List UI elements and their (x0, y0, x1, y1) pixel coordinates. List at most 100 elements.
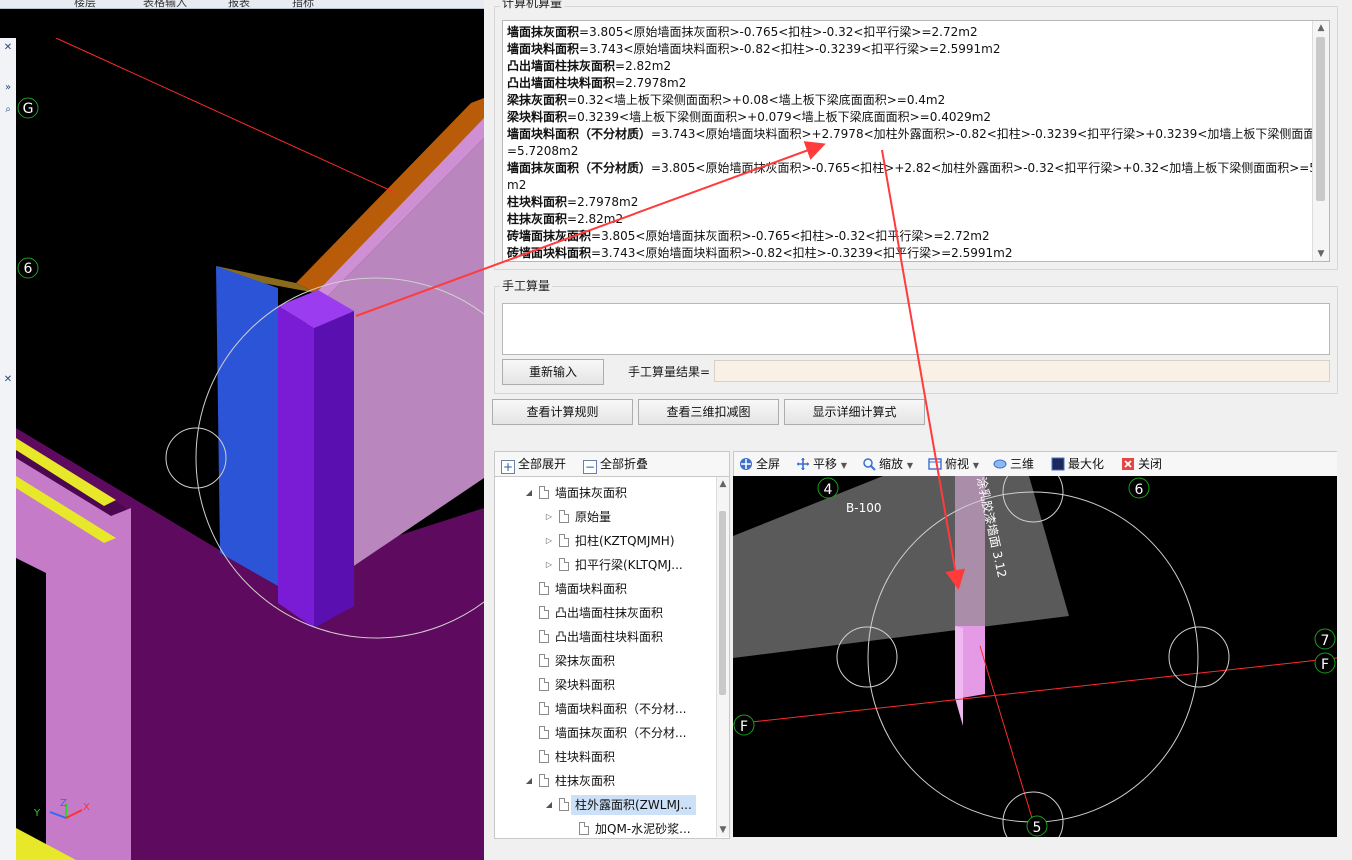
axis-label-f-left: F (740, 719, 748, 735)
calc-scrollbar[interactable]: ▲ ▼ (1312, 21, 1329, 261)
tree-item[interactable]: ▷ 扣柱(KZTQMJMH) (543, 531, 713, 551)
dropdown-arrow-icon[interactable]: ▼ (841, 461, 847, 470)
axis-label-6: 6 (24, 261, 33, 277)
expand-arrow-icon[interactable]: ◢ (543, 795, 555, 815)
tree-item[interactable]: ◢ 墙面抹灰面积 (523, 483, 713, 503)
expand-arrow-icon[interactable]: ▷ (543, 507, 555, 527)
axis-label-5: 5 (1033, 820, 1042, 836)
axis-label-6: 6 (1135, 482, 1144, 498)
tree-item[interactable]: 凸出墙面柱抹灰面积 (523, 603, 713, 623)
calc-line: 墙面抹灰面积=3.805<原始墙面抹灰面积>-0.765<扣柱>-0.32<扣平… (507, 25, 978, 39)
tree-item[interactable]: 墙面块料面积（不分材... (523, 699, 713, 719)
calc-line: 砖墙面抹灰面积=3.805<原始墙面抹灰面积>-0.765<扣柱>-0.32<扣… (507, 229, 990, 243)
axis-label-f-right: F (1321, 657, 1329, 673)
dropdown-arrow-icon[interactable]: ▼ (907, 461, 913, 470)
scroll-down-icon[interactable]: ▼ (717, 823, 729, 837)
svg-text:X: X (83, 802, 90, 813)
zoom-button[interactable]: 缩放 ▼ (862, 452, 913, 476)
tree-scrollbar[interactable]: ▲ ▼ (716, 477, 729, 837)
tree-item-selected[interactable]: ◢ 柱外露面积(ZWLMJ... (543, 795, 713, 815)
calc-line: 墙面块料面积（不分材质）=3.743<原始墙面块料面积>+2.7978<加柱外露… (507, 127, 1330, 141)
tree-item[interactable]: 凸出墙面柱块料面积 (523, 627, 713, 647)
close-icon (1122, 458, 1134, 470)
view-3d-deduction-button[interactable]: 查看三维扣减图 (638, 399, 779, 425)
deduction-3d-view[interactable]: 4 6 5 7 F F B-100 涂乳胶漆墙面 3.12 (733, 476, 1337, 837)
document-icon (539, 750, 549, 763)
close-icon[interactable]: ✕ (0, 42, 16, 53)
scroll-down-icon[interactable]: ▼ (1313, 247, 1329, 261)
tab-report[interactable]: 报表 (228, 0, 250, 10)
deduction-3d-scene: 4 6 5 7 F F B-100 涂乳胶漆墙面 3.12 (733, 476, 1337, 837)
collapse-all-button[interactable]: − 全部折叠 (583, 452, 648, 476)
tree-item[interactable]: 加QM-水泥砂浆... (563, 819, 713, 838)
svg-text:Y: Y (33, 808, 41, 819)
show-detail-formula-button[interactable]: 显示详细计算式 (784, 399, 925, 425)
axis-label-g: G (23, 101, 34, 117)
document-icon (539, 726, 549, 739)
tab-table-input[interactable]: 表格输入 (143, 0, 187, 10)
expand-all-button[interactable]: + 全部展开 (501, 452, 566, 476)
scroll-up-icon[interactable]: ▲ (1313, 21, 1329, 35)
scroll-thumb[interactable] (1316, 37, 1325, 201)
document-icon (539, 678, 549, 691)
tab-floor[interactable]: 楼层 (74, 0, 96, 10)
expand-arrow-icon[interactable]: ▷ (543, 531, 555, 551)
plus-icon: + (501, 460, 515, 474)
manual-result-field[interactable] (714, 360, 1330, 382)
small-circle-right (1168, 626, 1230, 688)
tree-item[interactable]: 墙面抹灰面积（不分材... (523, 723, 713, 743)
search-icon[interactable]: ⌕ (0, 104, 16, 115)
close-button[interactable]: 关闭 (1121, 452, 1162, 476)
view-calc-rules-button[interactable]: 查看计算规则 (492, 399, 633, 425)
tree-item[interactable]: ◢ 柱抹灰面积 (523, 771, 713, 791)
expand-arrow-icon[interactable]: ◢ (523, 483, 535, 503)
3d-view-button[interactable]: 三维 (993, 452, 1034, 476)
left-side-strip: ✕ » ⌕ ✕ (0, 38, 17, 860)
tab-index[interactable]: 指标 (292, 0, 314, 10)
tree-item[interactable]: ▷ 扣平行梁(KLTQMJ... (543, 555, 713, 575)
computer-calc-title: 计算机算量 (500, 0, 565, 11)
maximize-button[interactable]: 最大化 (1051, 452, 1104, 476)
tree-item[interactable]: 梁块料面积 (523, 675, 713, 695)
tree-item[interactable]: 柱块料面积 (523, 747, 713, 767)
axis-5-line (979, 645, 1036, 829)
expand-arrow-icon[interactable]: ◢ (523, 771, 535, 791)
axis-f-line (733, 657, 1337, 725)
document-icon (539, 630, 549, 643)
document-icon (539, 582, 549, 595)
computer-calc-textbox[interactable]: 墙面抹灰面积=3.805<原始墙面抹灰面积>-0.765<扣柱>-0.32<扣平… (502, 20, 1330, 262)
model-3d-scene: G 6 Z X Y (16, 38, 484, 860)
scroll-up-icon[interactable]: ▲ (717, 477, 729, 491)
pan-button[interactable]: 平移 ▼ (796, 452, 847, 476)
pan-icon (797, 458, 809, 470)
expand-arrow-icon[interactable]: ▷ (543, 555, 555, 575)
tree-item[interactable]: 墙面块料面积 (523, 579, 713, 599)
tree-item[interactable]: 梁抹灰面积 (523, 651, 713, 671)
top-view-button[interactable]: 俯视 ▼ (928, 452, 979, 476)
red-axis-line (55, 38, 397, 194)
scroll-thumb[interactable] (719, 511, 726, 695)
reinput-button[interactable]: 重新输入 (502, 359, 604, 385)
close-icon[interactable]: ✕ (0, 374, 16, 385)
calc-line: 柱块料面积=2.7978m2 (507, 195, 639, 209)
minus-icon: − (583, 460, 597, 474)
calc-line: 墙面块料面积=3.743<原始墙面块料面积>-0.82<扣柱>-0.3239<扣… (507, 42, 1001, 56)
main-3d-viewport[interactable]: G 6 Z X Y (16, 38, 484, 860)
document-icon (539, 774, 549, 787)
document-icon (559, 534, 569, 547)
manual-calc-title: 手工算量 (500, 277, 553, 294)
document-icon (579, 822, 589, 835)
fullscreen-button[interactable]: 全屏 (739, 452, 780, 476)
calc-line: m2 (507, 178, 527, 192)
calc-line: 凸出墙面柱抹灰面积=2.82m2 (507, 59, 672, 73)
3d-view-icon (993, 459, 1007, 469)
dropdown-arrow-icon[interactable]: ▼ (973, 461, 979, 470)
manual-calc-input[interactable] (502, 303, 1330, 355)
tree-item[interactable]: ▷ 原始量 (543, 507, 713, 527)
calc-line: 梁抹灰面积=0.32<墙上板下梁侧面面积>+0.08<墙上板下梁底面面积>=0.… (507, 93, 946, 107)
calc-line: 凸出墙面柱块料面积=2.7978m2 (507, 76, 687, 90)
calc-tree[interactable]: ◢ 墙面抹灰面积 ▷ 原始量 ▷ 扣柱(KZTQMJMH) ▷ 扣平行梁(KLTQMJ.… (494, 476, 730, 839)
viewer-toolbar: 全屏 平移 ▼ 缩放 ▼ 俯视 ▼ 三维 最大化 关闭 (733, 451, 1339, 477)
chevron-right-icon[interactable]: » (0, 82, 16, 93)
zoom-icon (863, 458, 876, 471)
